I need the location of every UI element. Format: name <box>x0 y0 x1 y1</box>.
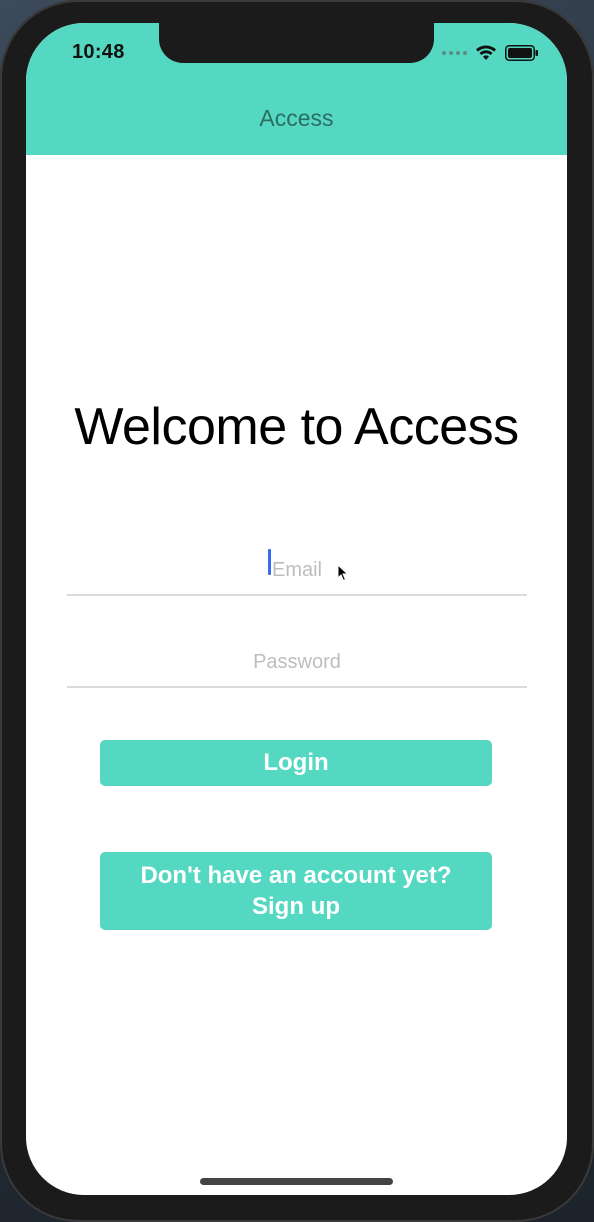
mouse-pointer-icon <box>337 564 349 582</box>
email-field[interactable] <box>67 546 527 596</box>
nav-header: 10:48 Access <box>26 23 567 155</box>
phone-frame: 10:48 Access Welcome to Access Email Log… <box>0 0 594 1222</box>
text-caret <box>268 549 271 575</box>
app-screen: 10:48 Access Welcome to Access Email Log… <box>26 23 567 1195</box>
signup-button[interactable]: Don't have an account yet? Sign up <box>100 852 492 930</box>
status-time: 10:48 <box>72 41 125 63</box>
wifi-icon <box>476 45 496 60</box>
cellular-signal-icon <box>442 51 467 55</box>
device-notch <box>159 23 434 63</box>
signup-link-text: Sign up <box>252 893 340 920</box>
email-input[interactable] <box>67 546 527 594</box>
login-button[interactable]: Login <box>100 740 492 786</box>
password-input[interactable] <box>67 638 527 686</box>
status-icons <box>442 43 539 63</box>
welcome-title: Welcome to Access <box>74 398 519 456</box>
nav-title: Access <box>259 105 334 131</box>
password-field[interactable] <box>67 638 527 688</box>
signup-prompt-text: Don't have an account yet? <box>140 862 452 889</box>
home-indicator[interactable] <box>200 1178 393 1185</box>
battery-icon <box>505 45 538 61</box>
